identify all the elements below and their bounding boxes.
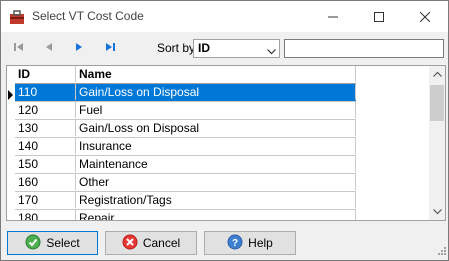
cell-id: 110 [15, 84, 76, 100]
cell-name: Gain/Loss on Disposal [76, 84, 356, 100]
toolbox-icon [9, 9, 25, 25]
table-row[interactable]: 120 Fuel [15, 102, 356, 120]
cancel-icon [122, 234, 138, 253]
grid-header: ID Name [15, 66, 356, 84]
column-header-name[interactable]: Name [76, 66, 356, 82]
previous-icon [46, 43, 52, 51]
sort-by-value: ID [198, 41, 210, 55]
svg-text:?: ? [232, 238, 238, 249]
current-row-icon [8, 89, 14, 103]
table-row[interactable]: 110 Gain/Loss on Disposal [15, 84, 356, 102]
window-title: Select VT Cost Code [32, 9, 144, 23]
chevron-up-icon [432, 71, 442, 77]
table-row[interactable]: 180 Repair [15, 210, 356, 220]
vertical-scrollbar[interactable] [429, 66, 445, 220]
cell-name: Fuel [76, 102, 356, 118]
cell-id: 130 [15, 120, 76, 136]
cell-id: 180 [15, 210, 76, 220]
scroll-down-button[interactable] [429, 204, 445, 220]
title-bar: Select VT Cost Code [1, 1, 448, 32]
table-row[interactable]: 150 Maintenance [15, 156, 356, 174]
cell-name: Maintenance [76, 156, 356, 172]
column-header-id[interactable]: ID [15, 66, 76, 82]
search-input[interactable] [284, 39, 444, 58]
last-icon [106, 43, 115, 51]
last-record-button[interactable] [100, 38, 120, 56]
cell-name: Other [76, 174, 356, 190]
chevron-down-icon [267, 44, 276, 58]
dialog-window: Select VT Cost Code Sort by ID ID Name 1… [0, 0, 449, 261]
next-icon [76, 43, 82, 51]
sort-by-select[interactable]: ID [193, 39, 280, 58]
scrollbar-thumb[interactable] [430, 85, 444, 121]
help-button[interactable]: ? Help [204, 231, 296, 255]
cell-name: Insurance [76, 138, 356, 154]
cell-name: Gain/Loss on Disposal [76, 120, 356, 136]
sort-by-label: Sort by [157, 41, 196, 55]
checkmark-icon [25, 234, 41, 253]
cell-id: 170 [15, 192, 76, 208]
first-record-button[interactable] [9, 38, 29, 56]
grid-table: ID Name 110 Gain/Loss on Disposal 120 Fuel… [15, 66, 356, 220]
cancel-button[interactable]: Cancel [105, 231, 197, 255]
first-icon [14, 43, 23, 51]
cancel-button-label: Cancel [142, 236, 181, 250]
cell-name: Registration/Tags [76, 192, 356, 208]
chevron-down-icon [432, 209, 442, 215]
row-indicator-column [7, 66, 15, 220]
close-button[interactable] [402, 1, 448, 32]
help-icon: ? [227, 234, 243, 253]
previous-record-button[interactable] [39, 38, 59, 56]
cost-code-grid: ID Name 110 Gain/Loss on Disposal 120 Fuel… [6, 65, 446, 221]
resize-grip-icon[interactable] [437, 245, 447, 259]
minimize-button[interactable] [310, 1, 356, 32]
select-button[interactable]: Select [7, 231, 98, 255]
select-button-label: Select [46, 236, 80, 250]
table-row[interactable]: 160 Other [15, 174, 356, 192]
cell-id: 140 [15, 138, 76, 154]
table-row[interactable]: 170 Registration/Tags [15, 192, 356, 210]
next-record-button[interactable] [69, 38, 89, 56]
maximize-button[interactable] [356, 1, 402, 32]
cell-id: 150 [15, 156, 76, 172]
table-row[interactable]: 130 Gain/Loss on Disposal [15, 120, 356, 138]
toolbar: Sort by ID [1, 32, 448, 62]
scroll-up-button[interactable] [429, 66, 445, 82]
table-row[interactable]: 140 Insurance [15, 138, 356, 156]
cell-id: 160 [15, 174, 76, 190]
help-button-label: Help [248, 236, 273, 250]
cell-id: 120 [15, 102, 76, 118]
cell-name: Repair [76, 210, 356, 220]
